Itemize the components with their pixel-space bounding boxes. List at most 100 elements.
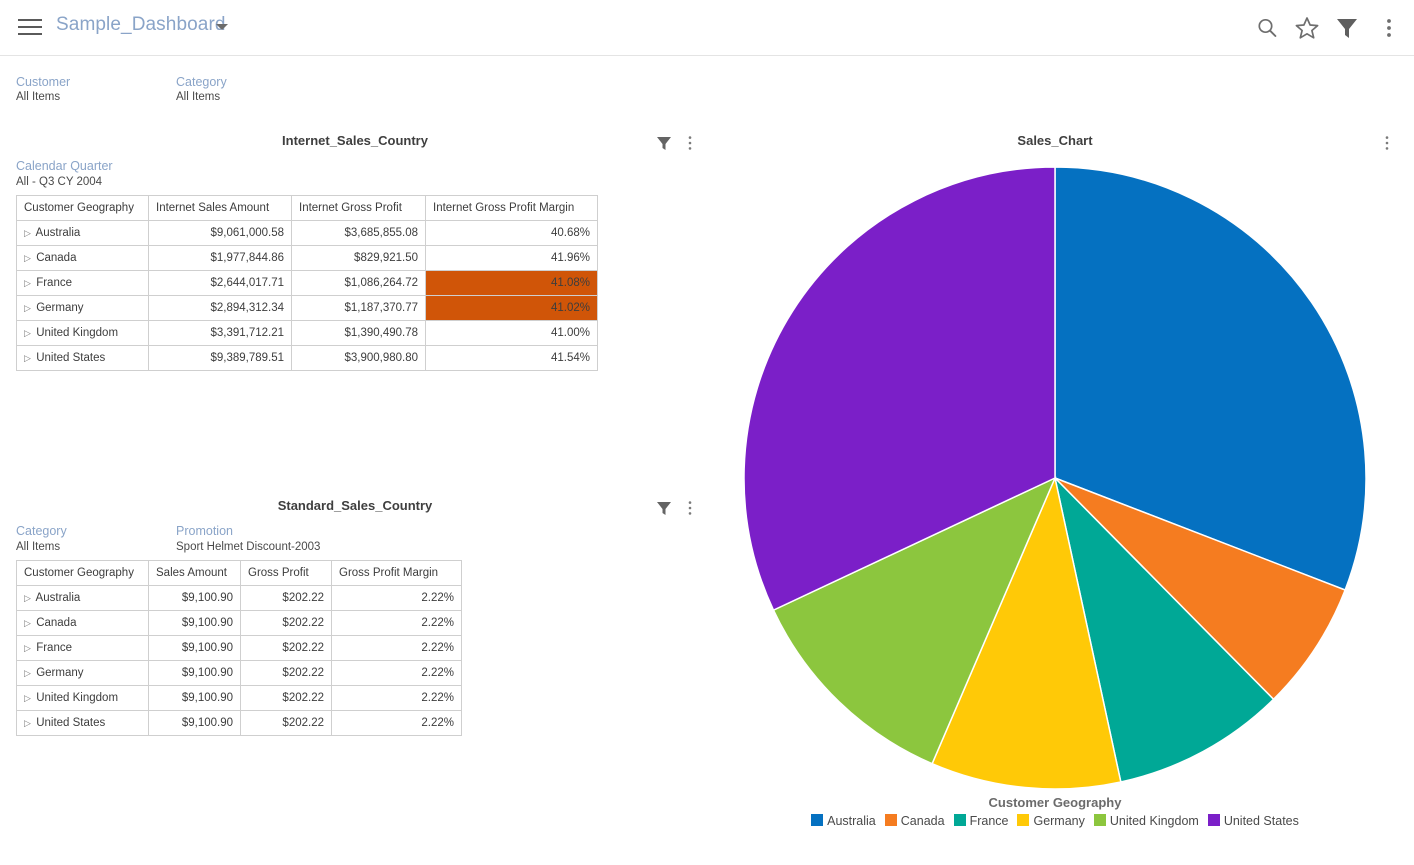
cell-gross-profit-margin[interactable]: 41.96% — [426, 246, 598, 271]
cell-gross-profit[interactable]: $202.22 — [241, 711, 332, 736]
expand-triangle-icon[interactable]: ▷ — [24, 669, 33, 678]
cell-sales-amount[interactable]: $9,389,789.51 — [149, 346, 292, 371]
table-internet-sales-country[interactable]: Customer Geography Internet Sales Amount… — [16, 195, 598, 371]
cell-sales-amount[interactable]: $9,061,000.58 — [149, 221, 292, 246]
cell-geography[interactable]: ▷ France — [17, 636, 149, 661]
filter-icon[interactable] — [1333, 14, 1361, 42]
cell-sales-amount[interactable]: $9,100.90 — [149, 586, 241, 611]
cell-geography[interactable]: ▷ Germany — [17, 661, 149, 686]
column-header-gross-profit[interactable]: Internet Gross Profit — [292, 196, 426, 221]
cell-sales-amount[interactable]: $3,391,712.21 — [149, 321, 292, 346]
table-row[interactable]: ▷ Germany$2,894,312.34$1,187,370.7741.02… — [17, 296, 598, 321]
filter-icon[interactable] — [655, 499, 673, 517]
cell-geography[interactable]: ▷ Australia — [17, 586, 149, 611]
cell-geography[interactable]: ▷ Canada — [17, 246, 149, 271]
column-header-sales-amount[interactable]: Sales Amount — [149, 561, 241, 586]
panel-filter-calendar-quarter[interactable]: Calendar Quarter All - Q3 CY 2004 — [16, 158, 113, 190]
global-filter-customer[interactable]: Customer All Items — [16, 75, 70, 105]
table-row[interactable]: ▷ Canada$1,977,844.86$829,921.5041.96% — [17, 246, 598, 271]
cell-gross-profit[interactable]: $202.22 — [241, 686, 332, 711]
cell-gross-profit-margin[interactable]: 2.22% — [332, 636, 462, 661]
cell-geography[interactable]: ▷ United States — [17, 346, 149, 371]
panel-filter-category[interactable]: Category All Items — [16, 523, 67, 555]
cell-geography[interactable]: ▷ United States — [17, 711, 149, 736]
cell-gross-profit[interactable]: $1,187,370.77 — [292, 296, 426, 321]
cell-sales-amount[interactable]: $9,100.90 — [149, 711, 241, 736]
column-header-gross-profit[interactable]: Gross Profit — [241, 561, 332, 586]
column-header-geography[interactable]: Customer Geography — [17, 561, 149, 586]
table-row[interactable]: ▷ France$9,100.90$202.222.22% — [17, 636, 462, 661]
cell-gross-profit-margin[interactable]: 41.02% — [426, 296, 598, 321]
cell-sales-amount[interactable]: $1,977,844.86 — [149, 246, 292, 271]
table-row[interactable]: ▷ United Kingdom$3,391,712.21$1,390,490.… — [17, 321, 598, 346]
cell-geography[interactable]: ▷ Canada — [17, 611, 149, 636]
cell-sales-amount[interactable]: $9,100.90 — [149, 636, 241, 661]
table-row[interactable]: ▷ Australia$9,061,000.58$3,685,855.0840.… — [17, 221, 598, 246]
table-row[interactable]: ▷ United Kingdom$9,100.90$202.222.22% — [17, 686, 462, 711]
cell-gross-profit-margin[interactable]: 40.68% — [426, 221, 598, 246]
cell-geography[interactable]: ▷ Australia — [17, 221, 149, 246]
table-row[interactable]: ▷ Germany$9,100.90$202.222.22% — [17, 661, 462, 686]
legend-item-germany[interactable]: Germany — [1017, 814, 1084, 828]
expand-triangle-icon[interactable]: ▷ — [24, 329, 33, 338]
more-vertical-icon[interactable] — [681, 134, 699, 152]
global-filter-category[interactable]: Category All Items — [176, 75, 227, 105]
expand-triangle-icon[interactable]: ▷ — [24, 304, 33, 313]
cell-gross-profit[interactable]: $829,921.50 — [292, 246, 426, 271]
more-vertical-icon[interactable] — [1378, 134, 1396, 152]
cell-gross-profit-margin[interactable]: 2.22% — [332, 711, 462, 736]
table-standard-sales-country[interactable]: Customer Geography Sales Amount Gross Pr… — [16, 560, 462, 736]
cell-gross-profit[interactable]: $202.22 — [241, 661, 332, 686]
more-vertical-icon[interactable] — [1375, 14, 1403, 42]
expand-triangle-icon[interactable]: ▷ — [24, 644, 33, 653]
hamburger-icon[interactable] — [18, 17, 42, 37]
cell-gross-profit[interactable]: $202.22 — [241, 586, 332, 611]
star-icon[interactable] — [1293, 14, 1321, 42]
expand-triangle-icon[interactable]: ▷ — [24, 354, 33, 363]
filter-icon[interactable] — [655, 134, 673, 152]
cell-gross-profit[interactable]: $3,685,855.08 — [292, 221, 426, 246]
cell-gross-profit[interactable]: $3,900,980.80 — [292, 346, 426, 371]
expand-triangle-icon[interactable]: ▷ — [24, 694, 33, 703]
legend-item-canada[interactable]: Canada — [885, 814, 945, 828]
cell-gross-profit-margin[interactable]: 2.22% — [332, 661, 462, 686]
dashboard-title[interactable]: Sample_Dashboard — [56, 14, 226, 36]
cell-gross-profit[interactable]: $1,390,490.78 — [292, 321, 426, 346]
column-header-geography[interactable]: Customer Geography — [17, 196, 149, 221]
expand-triangle-icon[interactable]: ▷ — [24, 719, 33, 728]
cell-gross-profit[interactable]: $202.22 — [241, 636, 332, 661]
table-row[interactable]: ▷ Australia$9,100.90$202.222.22% — [17, 586, 462, 611]
table-row[interactable]: ▷ France$2,644,017.71$1,086,264.7241.08% — [17, 271, 598, 296]
cell-gross-profit-margin[interactable]: 2.22% — [332, 586, 462, 611]
cell-gross-profit-margin[interactable]: 2.22% — [332, 611, 462, 636]
expand-triangle-icon[interactable]: ▷ — [24, 594, 33, 603]
cell-gross-profit[interactable]: $202.22 — [241, 611, 332, 636]
cell-sales-amount[interactable]: $2,894,312.34 — [149, 296, 292, 321]
expand-triangle-icon[interactable]: ▷ — [24, 619, 33, 628]
legend-item-australia[interactable]: Australia — [811, 814, 876, 828]
search-icon[interactable] — [1253, 14, 1281, 42]
legend-item-united-states[interactable]: United States — [1208, 814, 1299, 828]
table-row[interactable]: ▷ United States$9,100.90$202.222.22% — [17, 711, 462, 736]
cell-gross-profit[interactable]: $1,086,264.72 — [292, 271, 426, 296]
cell-geography[interactable]: ▷ United Kingdom — [17, 321, 149, 346]
cell-gross-profit-margin[interactable]: 41.54% — [426, 346, 598, 371]
cell-geography[interactable]: ▷ United Kingdom — [17, 686, 149, 711]
column-header-sales-amount[interactable]: Internet Sales Amount — [149, 196, 292, 221]
more-vertical-icon[interactable] — [681, 499, 699, 517]
expand-triangle-icon[interactable]: ▷ — [24, 254, 33, 263]
cell-sales-amount[interactable]: $9,100.90 — [149, 611, 241, 636]
legend-item-united-kingdom[interactable]: United Kingdom — [1094, 814, 1199, 828]
cell-geography[interactable]: ▷ Germany — [17, 296, 149, 321]
cell-gross-profit-margin[interactable]: 41.00% — [426, 321, 598, 346]
cell-sales-amount[interactable]: $9,100.90 — [149, 686, 241, 711]
cell-gross-profit-margin[interactable]: 41.08% — [426, 271, 598, 296]
cell-sales-amount[interactable]: $2,644,017.71 — [149, 271, 292, 296]
table-row[interactable]: ▷ Canada$9,100.90$202.222.22% — [17, 611, 462, 636]
cell-gross-profit-margin[interactable]: 2.22% — [332, 686, 462, 711]
column-header-gross-profit-margin[interactable]: Internet Gross Profit Margin — [426, 196, 598, 221]
cell-geography[interactable]: ▷ France — [17, 271, 149, 296]
panel-filter-promotion[interactable]: Promotion Sport Helmet Discount-2003 — [176, 523, 320, 555]
pie-chart[interactable] — [743, 166, 1367, 790]
chevron-down-icon[interactable] — [216, 24, 228, 30]
